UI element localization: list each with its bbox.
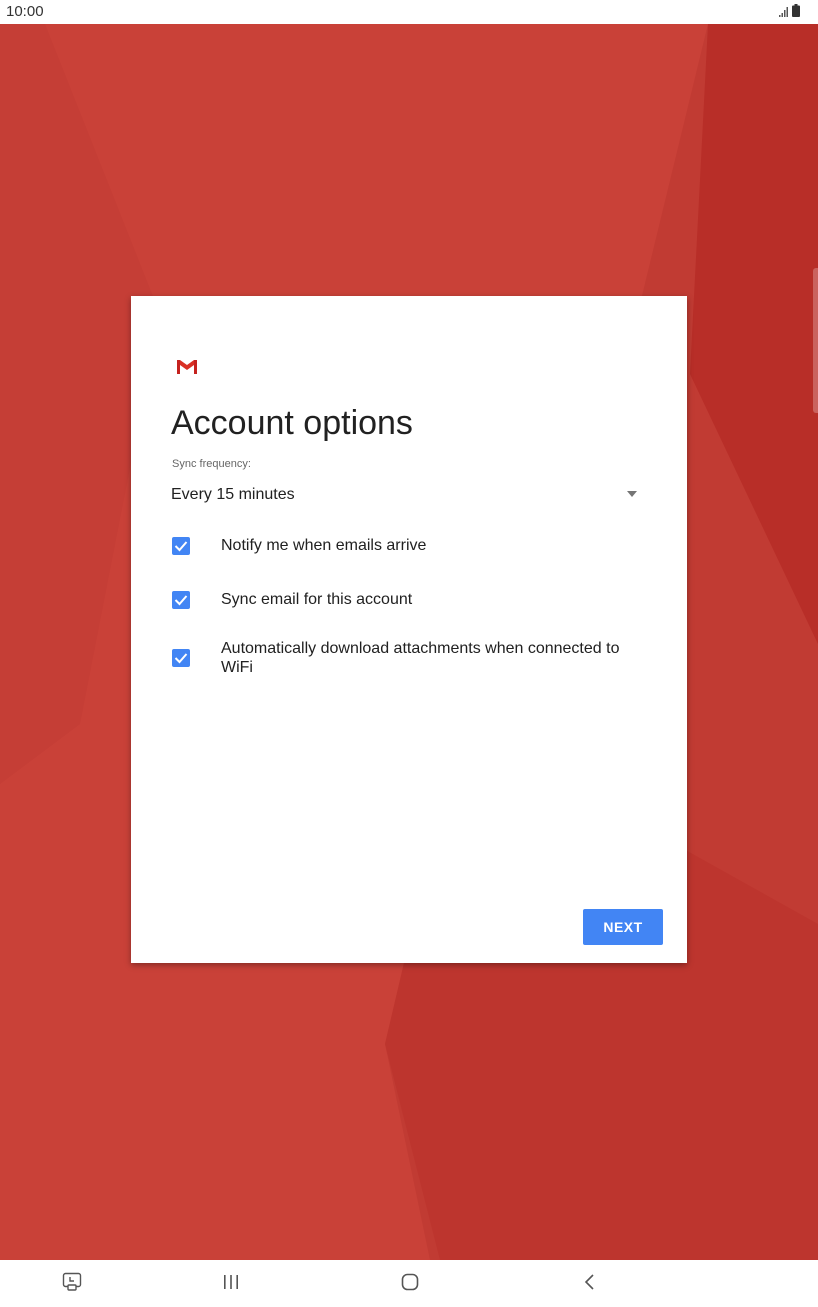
checkmark-icon	[174, 595, 188, 606]
gmail-logo	[177, 360, 197, 374]
notify-label: Notify me when emails arrive	[221, 537, 427, 554]
scroll-handle[interactable]	[813, 268, 818, 413]
nav-bar	[0, 1260, 818, 1307]
home-icon	[401, 1273, 419, 1291]
screenshot-icon	[62, 1272, 82, 1291]
signal-icon	[779, 7, 788, 17]
back-button[interactable]	[582, 1273, 596, 1296]
account-options-dialog: Account options Sync frequency: Every 15…	[131, 296, 687, 963]
back-icon	[584, 1274, 594, 1290]
recent-apps-icon	[224, 1275, 238, 1289]
status-icons	[779, 4, 800, 17]
sync-email-checkbox[interactable]	[172, 591, 190, 609]
status-time: 10:00	[6, 3, 44, 20]
sync-frequency-value: Every 15 minutes	[171, 486, 295, 503]
screenshot-button[interactable]	[62, 1272, 82, 1297]
sync-email-option[interactable]: Sync email for this account	[172, 590, 642, 614]
checkmark-icon	[174, 541, 188, 552]
next-button[interactable]: NEXT	[583, 909, 663, 945]
checkmark-icon	[174, 653, 188, 664]
sync-frequency-label: Sync frequency:	[172, 458, 251, 470]
page-title: Account options	[171, 404, 413, 442]
chevron-down-icon	[627, 491, 637, 497]
download-attachments-checkbox[interactable]	[172, 649, 190, 667]
home-button[interactable]	[401, 1273, 419, 1296]
status-bar: 10:00	[0, 0, 818, 24]
recent-apps-button[interactable]	[222, 1274, 240, 1295]
sync-frequency-dropdown[interactable]: Every 15 minutes	[171, 482, 647, 508]
sync-email-label: Sync email for this account	[221, 591, 413, 608]
battery-icon	[792, 4, 800, 17]
notify-checkbox[interactable]	[172, 537, 190, 555]
notify-option[interactable]: Notify me when emails arrive	[172, 536, 642, 560]
download-attachments-label: Automatically download attachments when …	[221, 640, 620, 676]
download-attachments-option[interactable]: Automatically download attachments when …	[172, 639, 642, 679]
